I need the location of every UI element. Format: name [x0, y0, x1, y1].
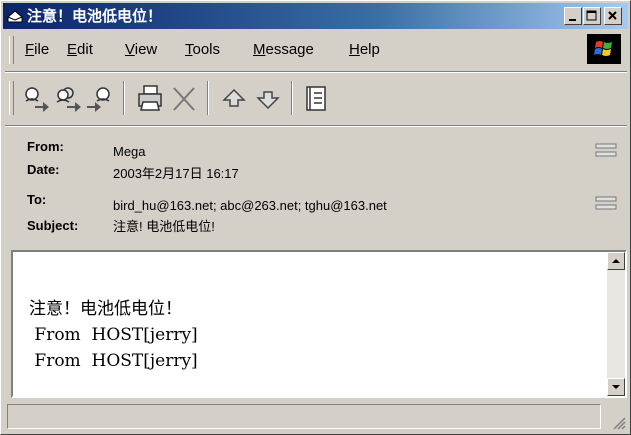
message-window: 注意！电池低电位！ File Edit View Tools Message H…: [0, 0, 631, 435]
from-label: From:: [27, 139, 64, 154]
reply-button[interactable]: [21, 82, 51, 114]
window-title: 注意！电池低电位！: [27, 7, 163, 25]
arrow-down-icon: [612, 385, 620, 389]
previous-icon: [222, 88, 246, 107]
from-value[interactable]: Mega: [113, 144, 146, 160]
status-field: [7, 404, 601, 429]
expand-from-button[interactable]: [595, 142, 617, 160]
toolbar-grip[interactable]: [9, 81, 14, 115]
delete-icon: [173, 87, 195, 111]
scroll-down-button[interactable]: [607, 378, 625, 396]
toolbar-separator: [291, 81, 293, 115]
subject-label: Subject:: [27, 218, 79, 233]
minimize-button[interactable]: [564, 7, 582, 25]
toolbar-separator: [123, 81, 125, 115]
date-value: 2003年2月17日 16:17: [113, 166, 239, 181]
reply-all-icon: [56, 87, 81, 112]
menu-file[interactable]: File: [25, 40, 49, 60]
arrow-up-icon: [612, 259, 620, 263]
scroll-up-button[interactable]: [607, 252, 625, 270]
envelope-icon: [7, 8, 23, 24]
message-body-content[interactable]: 注意！电池低电位！ From HOST[jerry] From HOST[jer…: [13, 252, 607, 396]
body-line: From HOST[jerry]: [29, 351, 198, 371]
expand-icon: [595, 143, 617, 157]
menu-message[interactable]: Message: [253, 40, 314, 60]
date-label: Date:: [27, 162, 60, 177]
body-line: From HOST[jerry]: [29, 325, 198, 345]
windows-logo-icon: [587, 34, 621, 64]
reply-all-button[interactable]: [53, 82, 83, 114]
toolbar: [5, 73, 627, 125]
expand-to-button[interactable]: [595, 195, 617, 213]
next-button[interactable]: [253, 82, 283, 114]
menu-edit[interactable]: Edit: [67, 40, 93, 60]
subject-value: 注意! 电池低电位!: [113, 219, 215, 234]
menu-help[interactable]: Help: [349, 40, 380, 60]
next-icon: [256, 91, 280, 110]
menu-bar: File Edit View Tools Message Help: [5, 31, 627, 69]
menu-grip[interactable]: [9, 36, 14, 64]
print-button[interactable]: [135, 82, 165, 114]
close-button[interactable]: [604, 7, 622, 25]
title-bar[interactable]: 注意！电池低电位！: [3, 3, 628, 29]
maximize-button[interactable]: [583, 7, 601, 25]
print-icon: [138, 85, 162, 111]
maximize-icon: [586, 10, 597, 21]
to-value[interactable]: bird_hu@163.net; abc@263.net; tghu@163.n…: [113, 198, 387, 214]
message-header-pane: From: Mega Date: 2003年2月17日 16:17 To: bi…: [5, 129, 627, 247]
previous-button[interactable]: [219, 82, 249, 114]
forward-button[interactable]: [85, 82, 115, 114]
menu-tools[interactable]: Tools: [185, 40, 220, 60]
reply-icon: [25, 87, 49, 112]
body-line: 注意！电池低电位！: [29, 299, 182, 319]
forward-icon: [87, 87, 110, 112]
toolbar-separator: [207, 81, 209, 115]
vertical-scrollbar[interactable]: [607, 252, 625, 396]
message-body[interactable]: 注意！电池低电位！ From HOST[jerry] From HOST[jer…: [11, 250, 627, 398]
address-book-button[interactable]: [301, 82, 331, 114]
to-label: To:: [27, 192, 47, 207]
address-book-icon: [306, 86, 326, 111]
toolbar-separator-line: [5, 125, 627, 127]
menu-view[interactable]: View: [125, 40, 157, 60]
delete-button[interactable]: [169, 82, 199, 114]
status-bar: [7, 402, 628, 432]
expand-icon: [595, 196, 617, 210]
close-icon: [608, 11, 617, 20]
minimize-icon: [569, 19, 576, 21]
resize-grip-icon[interactable]: [610, 414, 626, 430]
